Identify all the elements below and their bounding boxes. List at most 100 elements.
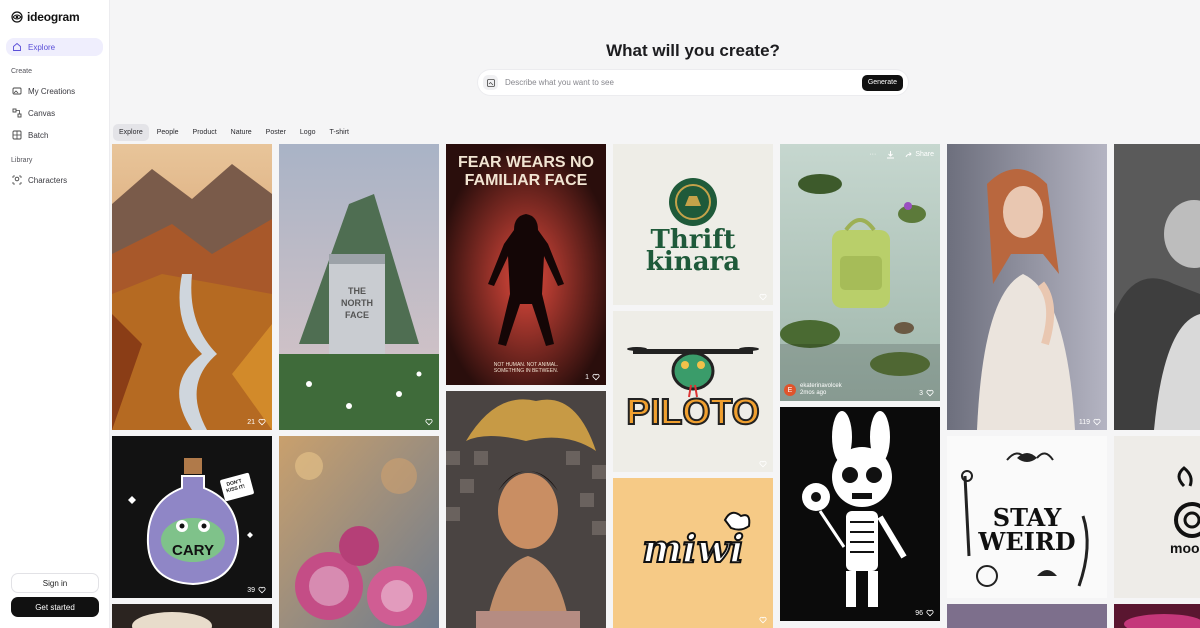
sign-in-button[interactable]: Sign in (11, 573, 99, 593)
tab-nature[interactable]: Nature (225, 124, 258, 141)
like-count[interactable]: 119 (1079, 418, 1101, 426)
heart-icon (425, 418, 433, 426)
mooc-wordmark: mooc (1170, 540, 1200, 556)
category-tabs: Explore People Product Nature Poster Log… (113, 124, 355, 141)
heart-icon (926, 609, 934, 617)
sidebar-item-batch[interactable]: Batch (6, 126, 103, 144)
page-title: What will you create? (606, 41, 780, 60)
sidebar-item-label: Batch (28, 130, 49, 140)
gallery-tile-flowers[interactable] (279, 436, 439, 628)
sidebar: ideogram Explore Create My Creations Can… (0, 0, 110, 628)
home-icon (13, 42, 21, 51)
tile-image (112, 436, 272, 598)
sidebar-item-label: Characters (28, 175, 68, 185)
tile-image (446, 391, 606, 628)
heart-icon (1093, 418, 1101, 426)
share-button[interactable]: Share (905, 151, 934, 159)
gallery-tile-grey-portrait[interactable] (1114, 144, 1200, 430)
heart-icon (258, 418, 266, 426)
gallery-tile-piloto[interactable]: PILOTO (613, 311, 773, 472)
app: ideogram Explore Create My Creations Can… (0, 0, 1200, 628)
gallery-tile-woman-portrait[interactable]: 119 (947, 144, 1107, 430)
sidebar-item-label: My Creations (28, 86, 76, 96)
gallery-tile-can[interactable]: THE NORTH FACE (279, 144, 439, 430)
share-icon (905, 151, 912, 157)
download-icon[interactable] (886, 150, 895, 159)
heart-icon (759, 460, 767, 468)
tile-image (780, 144, 940, 401)
get-started-button[interactable]: Get started (11, 597, 99, 617)
heart-icon (759, 293, 767, 301)
logo[interactable]: ideogram (11, 10, 80, 24)
tile-image: THE NORTH FACE (279, 144, 439, 430)
tab-tshirt[interactable]: T-shirt (323, 124, 354, 141)
tile-image (1114, 604, 1200, 628)
gallery-tile-miwi[interactable]: miwi (613, 478, 773, 628)
sidebar-item-explore[interactable]: Explore (6, 38, 103, 56)
gallery-tile-partial[interactable] (1114, 604, 1200, 628)
tab-poster[interactable]: Poster (260, 124, 292, 141)
cary-label: CARY (172, 542, 214, 559)
author-text: ekaterinavolcek 2mos ago (800, 383, 842, 397)
gallery-tile-cary-frog[interactable]: CARY DON'T KISS IT! 39 (112, 436, 272, 598)
tile-image (112, 144, 272, 430)
like-count[interactable]: 96 (915, 609, 934, 617)
like-count[interactable]: 1 (585, 373, 600, 381)
prompt-bar: Generate (478, 70, 908, 95)
sidebar-item-label: Explore (28, 42, 56, 52)
poster-caption: NOT HUMAN. NOT ANIMAL. SOMETHING IN BETW… (493, 362, 559, 374)
like-count[interactable] (422, 418, 433, 426)
miwi-wordmark: miwi (641, 525, 745, 572)
ideogram-logo-icon (11, 11, 23, 23)
like-count[interactable]: 39 (247, 586, 266, 594)
author-info[interactable]: E ekaterinavolcek 2mos ago (784, 383, 842, 397)
gallery-tile-backpack[interactable]: ··· Share E ekaterinavolcek 2mos ago 3 (780, 144, 940, 401)
prompt-input[interactable] (505, 78, 862, 87)
svg-text:FACE: FACE (345, 310, 369, 320)
more-options-button[interactable]: ··· (869, 151, 876, 158)
tile-image (112, 604, 272, 628)
gallery-tile-partial[interactable] (112, 604, 272, 628)
sidebar-item-my-creations[interactable]: My Creations (6, 82, 103, 100)
images-icon (12, 87, 22, 95)
logo-text: ideogram (27, 10, 80, 24)
gallery-tile-autumn-valley[interactable]: 21 (112, 144, 272, 430)
tile-actions: ··· Share (869, 150, 934, 159)
avatar: E (784, 384, 796, 396)
gallery-tile-partial[interactable] (947, 604, 1107, 628)
gallery-tile-fear-poster[interactable]: FEAR WEARS NO FAMILIAR FACE NOT HUMAN. N… (446, 144, 606, 385)
like-count[interactable] (756, 293, 767, 301)
heart-icon (592, 373, 600, 381)
tile-image (947, 604, 1107, 628)
characters-icon (12, 175, 22, 185)
tile-image (780, 407, 940, 621)
piloto-wordmark: PILOTO (625, 390, 760, 433)
sidebar-item-characters[interactable]: Characters (6, 171, 103, 189)
like-count[interactable] (756, 460, 767, 468)
poster-title: FEAR WEARS NO FAMILIAR FACE (458, 154, 594, 189)
tile-image (279, 436, 439, 628)
like-count[interactable]: 21 (247, 418, 266, 426)
gallery-tile-thrift-kinara[interactable]: Thrift kinara (613, 144, 773, 305)
tile-image (1114, 144, 1200, 430)
gallery-tile-stay-weird[interactable]: STAY WEIRD (947, 436, 1107, 598)
gallery-tile-skeleton-bunny[interactable]: 96 (780, 407, 940, 621)
heart-icon (759, 616, 767, 624)
tab-people[interactable]: People (151, 124, 185, 141)
batch-icon (12, 130, 22, 140)
like-count[interactable]: 3 (919, 389, 934, 397)
post-time: 2mos ago (800, 390, 827, 396)
tab-logo[interactable]: Logo (294, 124, 322, 141)
heart-icon (258, 586, 266, 594)
generate-button[interactable]: Generate (861, 74, 903, 91)
tab-product[interactable]: Product (187, 124, 223, 141)
sidebar-item-canvas[interactable]: Canvas (6, 104, 103, 122)
stay-weird-wordmark: STAY WEIRD (978, 503, 1076, 556)
like-count[interactable] (756, 616, 767, 624)
thrift-kinara-wordmark: Thrift kinara (645, 225, 741, 277)
author-name: ekaterinavolcek (800, 383, 842, 389)
gallery-tile-mooc[interactable]: mooc (1114, 436, 1200, 598)
tab-explore[interactable]: Explore (113, 124, 149, 141)
image-upload-icon[interactable] (483, 75, 498, 90)
gallery-tile-gold-portrait[interactable] (446, 391, 606, 628)
